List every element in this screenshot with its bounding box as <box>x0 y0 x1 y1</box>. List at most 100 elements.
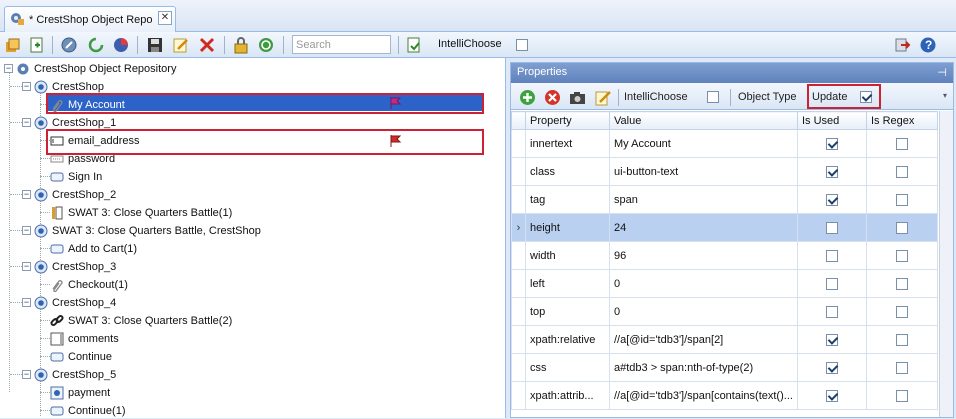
tree-node[interactable]: SWAT 3: Close Quarters Battle(2) <box>50 312 232 329</box>
lock-icon[interactable] <box>232 36 250 54</box>
column-property[interactable]: Property <box>525 111 610 130</box>
property-row[interactable]: width 96 <box>511 241 938 270</box>
column-is-regex[interactable]: Is Regex <box>866 111 938 130</box>
property-value-cell[interactable]: My Account <box>609 129 798 158</box>
save-icon[interactable] <box>146 36 164 54</box>
is-regex-checkbox[interactable] <box>896 221 908 234</box>
collapse-toggle[interactable]: − <box>4 64 13 73</box>
remove-property-icon[interactable] <box>544 89 561 106</box>
is-used-checkbox[interactable] <box>826 249 838 262</box>
property-value-cell[interactable]: span <box>609 185 798 214</box>
tree-node[interactable]: Add to Cart(1) <box>50 240 137 257</box>
collapse-toggle[interactable]: − <box>22 226 31 235</box>
collapse-toggle[interactable]: − <box>22 262 31 271</box>
property-value-cell[interactable]: 24 <box>609 213 798 242</box>
property-name-cell[interactable]: class <box>525 157 610 186</box>
tree-node[interactable]: Continue(1) <box>50 402 125 419</box>
property-name-cell[interactable]: top <box>525 297 610 326</box>
collapse-toggle[interactable]: − <box>22 190 31 199</box>
property-row[interactable]: innertext My Account <box>511 129 938 158</box>
column-is-used[interactable]: Is Used <box>797 111 867 130</box>
is-regex-checkbox[interactable] <box>896 193 908 206</box>
highlight-icon[interactable] <box>112 36 130 54</box>
is-regex-checkbox[interactable] <box>896 137 908 150</box>
property-name-cell[interactable]: xpath:relative <box>525 325 610 354</box>
is-used-checkbox[interactable] <box>826 361 838 374</box>
intellichoose-page-icon[interactable] <box>405 36 423 54</box>
is-used-checkbox[interactable] <box>826 165 838 178</box>
property-value-cell[interactable]: //a[@id='tdb3']/span[2] <box>609 325 798 354</box>
property-row[interactable]: top 0 <box>511 297 938 326</box>
property-row[interactable]: class ui-button-text <box>511 157 938 186</box>
close-tab-button[interactable]: ✕ <box>158 11 172 25</box>
tree-node[interactable]: Sign In <box>50 168 102 185</box>
tree-node[interactable]: Continue <box>50 348 112 365</box>
intellichoose-checkbox[interactable] <box>516 39 528 51</box>
tree-node-root[interactable]: − CrestShop Object Repository <box>4 60 176 77</box>
property-name-cell[interactable]: left <box>525 269 610 298</box>
pin-icon[interactable]: ⊣ <box>937 66 947 79</box>
is-regex-checkbox[interactable] <box>896 249 908 262</box>
property-value-cell[interactable]: ui-button-text <box>609 157 798 186</box>
tree-node[interactable]: password <box>50 150 115 167</box>
is-used-checkbox[interactable] <box>826 333 838 346</box>
delete-icon[interactable] <box>198 36 216 54</box>
collapse-toggle[interactable]: − <box>22 82 31 91</box>
refresh-icon[interactable] <box>87 36 105 54</box>
toolbar-overflow-icon[interactable]: ▾ <box>943 91 947 100</box>
property-name-cell[interactable]: innertext <box>525 129 610 158</box>
tree-node[interactable]: − CrestShop_1 <box>22 114 116 131</box>
property-name-cell[interactable]: xpath:attrib... <box>525 381 610 410</box>
is-used-checkbox[interactable] <box>826 305 838 318</box>
tree-node[interactable]: − SWAT 3: Close Quarters Battle, CrestSho… <box>22 222 261 239</box>
tree-node[interactable]: − CrestShop <box>22 78 104 95</box>
add-property-icon[interactable] <box>519 89 536 106</box>
property-value-cell[interactable]: 0 <box>609 269 798 298</box>
property-value-cell[interactable]: 0 <box>609 297 798 326</box>
is-regex-checkbox[interactable] <box>896 389 908 402</box>
camera-icon[interactable] <box>569 89 586 106</box>
property-row[interactable]: › height 24 <box>511 213 938 242</box>
tree-node[interactable]: − CrestShop_2 <box>22 186 116 203</box>
tree-node[interactable]: − CrestShop_4 <box>22 294 116 311</box>
tree-node[interactable]: My Account <box>50 96 125 113</box>
column-value[interactable]: Value <box>609 111 798 130</box>
tree-node[interactable]: payment <box>50 384 110 401</box>
properties-intellichoose-checkbox[interactable] <box>707 91 719 103</box>
edit-icon[interactable] <box>172 36 190 54</box>
is-used-checkbox[interactable] <box>826 389 838 402</box>
property-row[interactable]: xpath:attrib...//a[@id='tdb3']/span[cont… <box>511 381 938 410</box>
properties-scrollbar[interactable] <box>939 111 953 417</box>
exit-icon[interactable] <box>893 36 911 54</box>
property-row[interactable]: left 0 <box>511 269 938 298</box>
property-row[interactable]: xpath:relative//a[@id='tdb3']/span[2] <box>511 325 938 354</box>
tree-node[interactable]: − CrestShop_5 <box>22 366 116 383</box>
tree-node[interactable]: Checkout(1) <box>50 276 128 293</box>
is-regex-checkbox[interactable] <box>896 277 908 290</box>
edit-properties-icon[interactable] <box>595 89 612 106</box>
tree-node[interactable]: email_address <box>50 132 140 149</box>
is-regex-checkbox[interactable] <box>896 361 908 374</box>
property-name-cell[interactable]: height <box>525 213 610 242</box>
search-input[interactable] <box>292 35 391 54</box>
collapse-toggle[interactable]: − <box>22 370 31 379</box>
property-name-cell[interactable]: width <box>525 241 610 270</box>
property-name-cell[interactable]: css <box>525 353 610 382</box>
document-tab[interactable]: * CrestShop Object Repo ✕ <box>4 6 176 32</box>
property-row[interactable]: css a#tdb3 > span:nth-of-type(2) <box>511 353 938 382</box>
tree-node[interactable]: − CrestShop_3 <box>22 258 116 275</box>
collapse-toggle[interactable]: − <box>22 298 31 307</box>
new-page-icon[interactable] <box>28 36 46 54</box>
property-value-cell[interactable]: 96 <box>609 241 798 270</box>
tree-node[interactable]: SWAT 3: Close Quarters Battle(1) <box>50 204 232 221</box>
property-value-cell[interactable]: //a[@id='tdb3']/span[contains(text()... <box>609 381 798 410</box>
property-row[interactable]: tag span <box>511 185 938 214</box>
property-name-cell[interactable]: tag <box>525 185 610 214</box>
is-regex-checkbox[interactable] <box>896 165 908 178</box>
is-used-checkbox[interactable] <box>826 193 838 206</box>
is-used-checkbox[interactable] <box>826 277 838 290</box>
navigate-icon[interactable] <box>60 36 78 54</box>
is-used-checkbox[interactable] <box>826 221 838 234</box>
collapse-toggle[interactable]: − <box>22 118 31 127</box>
sync-icon[interactable] <box>257 36 275 54</box>
